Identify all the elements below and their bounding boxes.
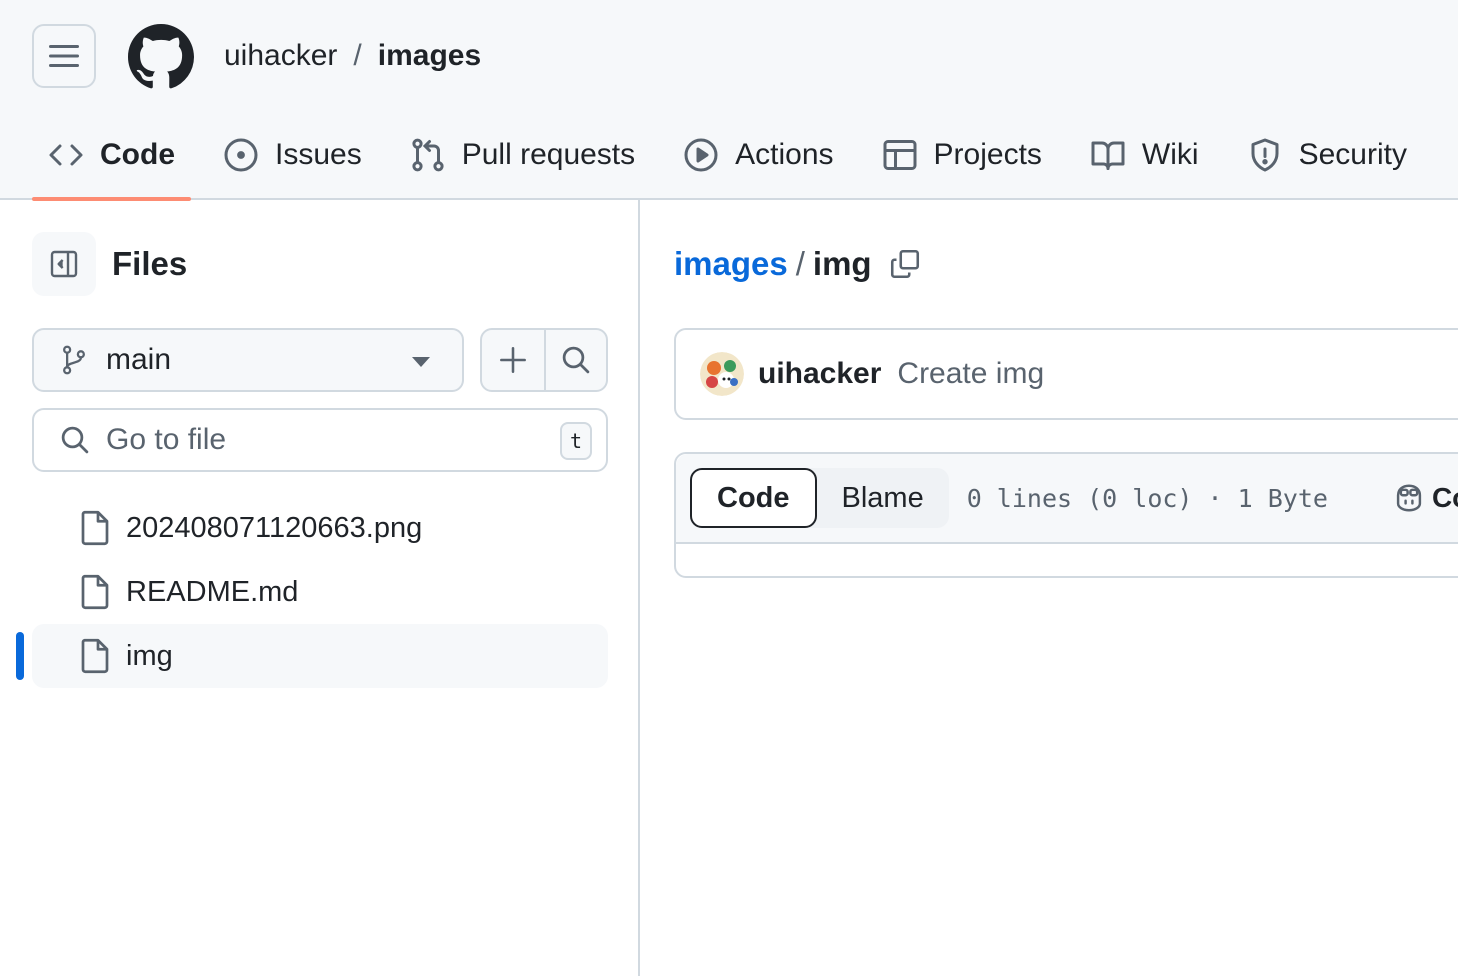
commit-author-link[interactable]: uihacker bbox=[758, 357, 881, 391]
file-stats: 0 lines (0 loc) · 1 Byte bbox=[966, 483, 1328, 513]
search-icon bbox=[61, 426, 89, 454]
play-icon bbox=[684, 138, 718, 172]
breadcrumb: images / img bbox=[674, 244, 922, 284]
tab-label: Code bbox=[100, 138, 175, 171]
view-mode-toggle: Code Blame bbox=[690, 468, 949, 528]
tab-pull-requests[interactable]: Pull requests bbox=[394, 112, 651, 198]
code-view-button[interactable]: Code bbox=[690, 468, 817, 528]
sidebar-collapse-icon bbox=[50, 250, 78, 278]
file-name: img bbox=[126, 639, 173, 672]
table-icon bbox=[883, 140, 917, 170]
latest-commit-box: uihacker Create img bbox=[674, 328, 1458, 420]
file-tree-item[interactable]: 202408071120663.png bbox=[32, 496, 608, 560]
tree-actions bbox=[480, 328, 608, 392]
tab-wiki[interactable]: Wiki bbox=[1074, 112, 1215, 198]
code-icon bbox=[49, 144, 83, 166]
tab-label: Projects bbox=[933, 138, 1042, 171]
file-name: 202408071120663.png bbox=[126, 511, 423, 544]
keyboard-shortcut-hint: t bbox=[560, 422, 592, 460]
file-tree: 202408071120663.png README.md img bbox=[16, 496, 608, 688]
tab-label: Issues bbox=[275, 138, 362, 171]
tab-issues[interactable]: Issues bbox=[207, 112, 378, 198]
file-tree-sidebar: Files main t 202408071120663.png README.… bbox=[0, 200, 640, 976]
tab-security[interactable]: Security bbox=[1231, 112, 1423, 198]
tab-actions[interactable]: Actions bbox=[667, 112, 849, 198]
copy-path-button[interactable] bbox=[888, 247, 922, 281]
three-bars-icon bbox=[49, 45, 79, 67]
repo-header: uihacker / images Code Issues Pull reque… bbox=[0, 0, 1458, 201]
copilot-icon bbox=[1396, 484, 1422, 512]
avatar-image-icon bbox=[700, 352, 744, 396]
book-icon bbox=[1091, 141, 1125, 170]
copilot-label: Cod bbox=[1431, 482, 1458, 513]
collapse-sidebar-button[interactable] bbox=[32, 232, 96, 296]
file-name: README.md bbox=[126, 575, 299, 608]
tab-code[interactable]: Code bbox=[32, 112, 191, 201]
repo-nav-tabs: Code Issues Pull requests Actions Projec… bbox=[32, 112, 1458, 201]
blame-view-button[interactable]: Blame bbox=[817, 468, 949, 528]
repo-owner-link[interactable]: uihacker bbox=[224, 38, 337, 74]
repo-path-separator: / bbox=[353, 39, 362, 72]
tab-projects[interactable]: Projects bbox=[866, 112, 1058, 198]
branch-selector[interactable]: main bbox=[32, 328, 464, 392]
tab-insights[interactable] bbox=[1439, 112, 1458, 198]
github-logo-icon[interactable] bbox=[128, 24, 194, 90]
files-heading: Files bbox=[112, 245, 188, 282]
selection-indicator bbox=[16, 632, 24, 680]
shield-icon bbox=[1251, 138, 1279, 172]
tab-label: Actions bbox=[735, 138, 834, 171]
menu-button[interactable] bbox=[32, 24, 96, 88]
git-pull-request-icon bbox=[412, 138, 444, 172]
tab-label: Wiki bbox=[1141, 138, 1199, 171]
copilot-button[interactable]: Cod bbox=[1392, 482, 1458, 514]
file-icon bbox=[81, 638, 109, 674]
repo-path: uihacker / images bbox=[224, 38, 481, 74]
commit-message-link[interactable]: Create img bbox=[897, 357, 1044, 391]
issue-opened-icon bbox=[224, 138, 258, 172]
file-tree-item[interactable]: README.md bbox=[32, 560, 608, 624]
file-header: Code Blame 0 lines (0 loc) · 1 Byte Cod bbox=[676, 454, 1458, 544]
go-to-file-field[interactable]: t bbox=[32, 408, 608, 472]
file-content-box: Code Blame 0 lines (0 loc) · 1 Byte Cod bbox=[674, 452, 1458, 578]
search-files-button[interactable] bbox=[543, 330, 606, 390]
tab-label: Security bbox=[1298, 138, 1407, 171]
file-icon bbox=[81, 574, 109, 610]
copy-icon bbox=[890, 249, 919, 279]
repo-name-link[interactable]: images bbox=[378, 38, 481, 74]
go-to-file-input[interactable] bbox=[106, 423, 526, 457]
add-file-button[interactable] bbox=[482, 330, 544, 390]
breadcrumb-separator: / bbox=[795, 245, 805, 282]
breadcrumb-file: img bbox=[812, 245, 872, 282]
file-view: images / img uihacker Create img Code Bl… bbox=[642, 200, 1458, 976]
avatar[interactable] bbox=[700, 352, 744, 396]
search-icon bbox=[562, 346, 590, 374]
tab-label: Pull requests bbox=[461, 138, 636, 171]
breadcrumb-repo-link[interactable]: images bbox=[674, 244, 788, 284]
git-branch-icon bbox=[63, 345, 85, 375]
plus-icon bbox=[500, 347, 526, 373]
file-tree-item-selected[interactable]: img bbox=[16, 624, 608, 688]
branch-name: main bbox=[106, 343, 172, 376]
file-icon bbox=[81, 510, 109, 546]
triangle-down-icon bbox=[412, 357, 430, 367]
